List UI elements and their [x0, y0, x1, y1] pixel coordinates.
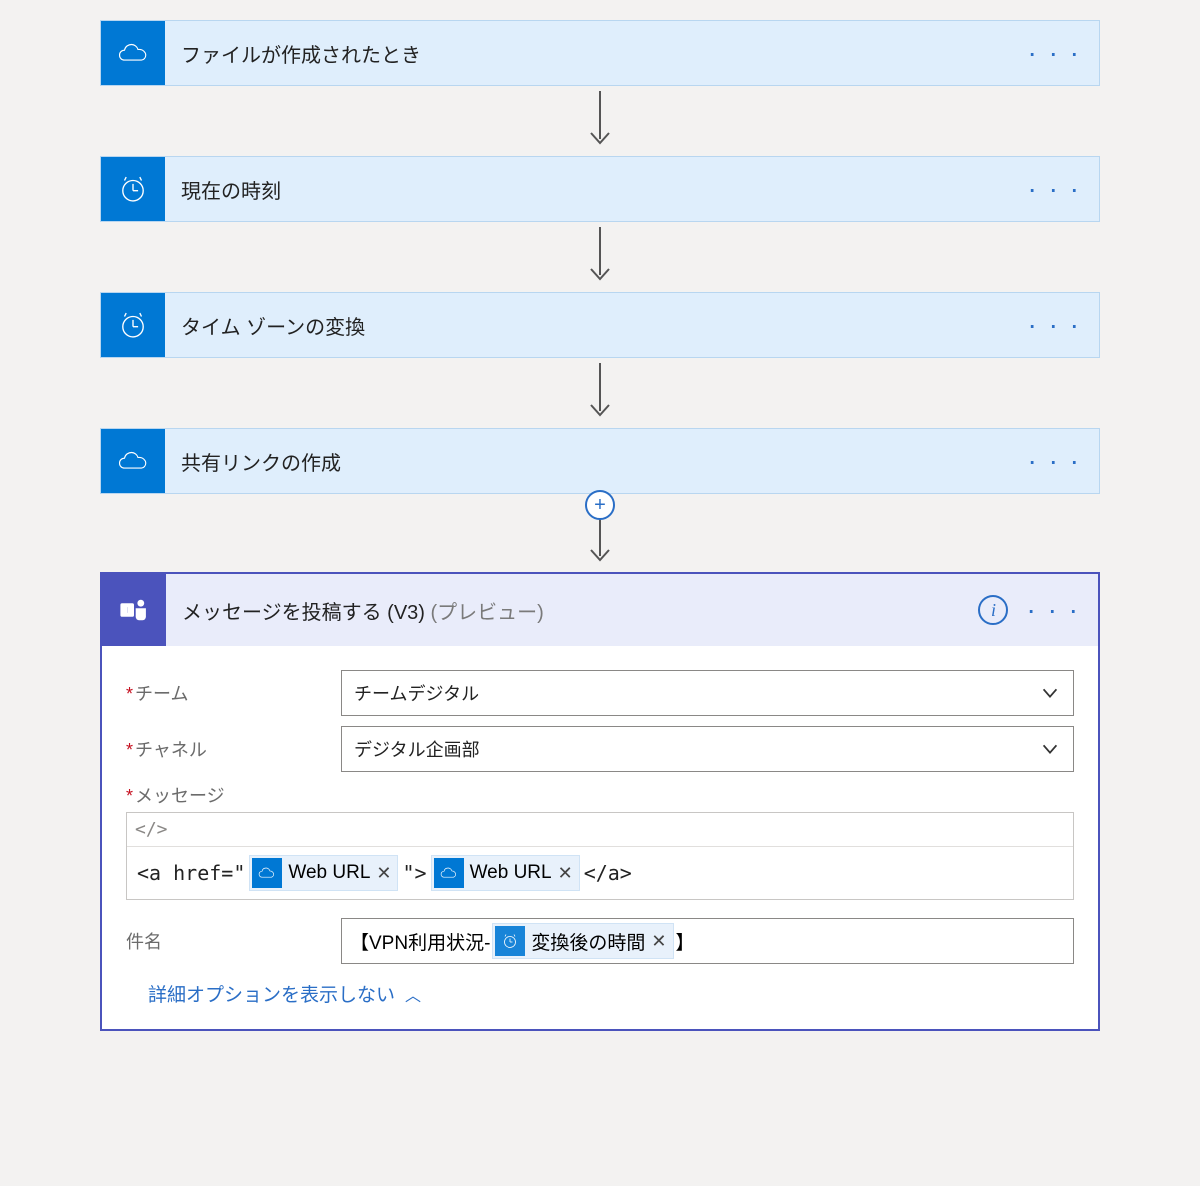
channel-selected-value: デジタル企画部: [354, 736, 480, 762]
channel-select[interactable]: デジタル企画部: [341, 726, 1074, 772]
step-title: ファイルが作成されたとき: [181, 39, 421, 68]
dynamic-token-web-url[interactable]: Web URL ✕: [249, 855, 398, 891]
message-text: </a>: [584, 861, 632, 885]
chevron-up-icon: ︿: [405, 982, 421, 1006]
hide-advanced-options-toggle[interactable]: 詳細オプションを表示しない ︿: [148, 980, 1074, 1007]
dynamic-token-web-url[interactable]: Web URL ✕: [431, 855, 580, 891]
message-text: ">: [402, 861, 426, 885]
onedrive-icon: [252, 858, 282, 888]
flow-step-convert-timezone[interactable]: タイム ゾーンの変換 · · ·: [100, 292, 1100, 358]
subject-text: 【VPN利用状況-: [350, 928, 490, 955]
flow-arrow: [580, 86, 620, 156]
onedrive-icon: [101, 429, 165, 493]
more-menu[interactable]: · · ·: [1027, 311, 1081, 339]
subject-input[interactable]: 【VPN利用状況- 変換後の時間 ✕ 】: [341, 918, 1074, 964]
more-menu[interactable]: · · ·: [1027, 175, 1081, 203]
message-toolbar: </>: [127, 813, 1073, 847]
more-menu[interactable]: · · ·: [1026, 596, 1080, 624]
chevron-down-icon: [1039, 682, 1061, 704]
dynamic-token-converted-time[interactable]: 変換後の時間 ✕: [492, 923, 673, 959]
remove-token-icon[interactable]: ✕: [651, 931, 666, 952]
flow-step-create-share-link[interactable]: 共有リンクの作成 · · ·: [100, 428, 1100, 494]
code-view-icon[interactable]: </>: [135, 819, 168, 840]
message-text: <a href=": [137, 861, 245, 885]
channel-label: *チャネル: [126, 736, 341, 762]
teams-icon: T: [102, 574, 166, 646]
step-title: メッセージを投稿する (V3) (プレビュー): [182, 596, 544, 625]
team-select[interactable]: チームデジタル: [341, 670, 1074, 716]
more-menu[interactable]: · · ·: [1027, 447, 1081, 475]
flow-arrow-with-add: +: [580, 494, 620, 572]
step-title: 現在の時刻: [181, 175, 281, 204]
subject-text: 】: [676, 928, 695, 955]
remove-token-icon[interactable]: ✕: [376, 863, 391, 884]
team-label: *チーム: [126, 680, 341, 706]
flow-step-file-created[interactable]: ファイルが作成されたとき · · ·: [100, 20, 1100, 86]
more-menu[interactable]: · · ·: [1027, 39, 1081, 67]
flow-step-post-message: T メッセージを投稿する (V3) (プレビュー) i · · · *チーム チ…: [100, 572, 1100, 1031]
subject-label: 件名: [126, 928, 341, 954]
flow-arrow: [580, 222, 620, 292]
schedule-icon: [495, 926, 525, 956]
chevron-down-icon: [1039, 738, 1061, 760]
svg-text:T: T: [124, 605, 131, 616]
schedule-icon: [101, 157, 165, 221]
message-label: *メッセージ: [126, 782, 1074, 808]
team-selected-value: チームデジタル: [354, 680, 479, 706]
remove-token-icon[interactable]: ✕: [558, 863, 573, 884]
onedrive-icon: [434, 858, 464, 888]
schedule-icon: [101, 293, 165, 357]
step-header[interactable]: T メッセージを投稿する (V3) (プレビュー) i · · ·: [102, 574, 1098, 646]
onedrive-icon: [101, 21, 165, 85]
add-step-button[interactable]: +: [585, 490, 615, 520]
message-input[interactable]: </> <a href=" Web URL ✕ "> Web URL ✕: [126, 812, 1074, 900]
info-icon[interactable]: i: [978, 595, 1008, 625]
flow-step-current-time[interactable]: 現在の時刻 · · ·: [100, 156, 1100, 222]
step-title: 共有リンクの作成: [181, 447, 341, 476]
step-title: タイム ゾーンの変換: [181, 311, 365, 340]
flow-arrow: [580, 358, 620, 428]
